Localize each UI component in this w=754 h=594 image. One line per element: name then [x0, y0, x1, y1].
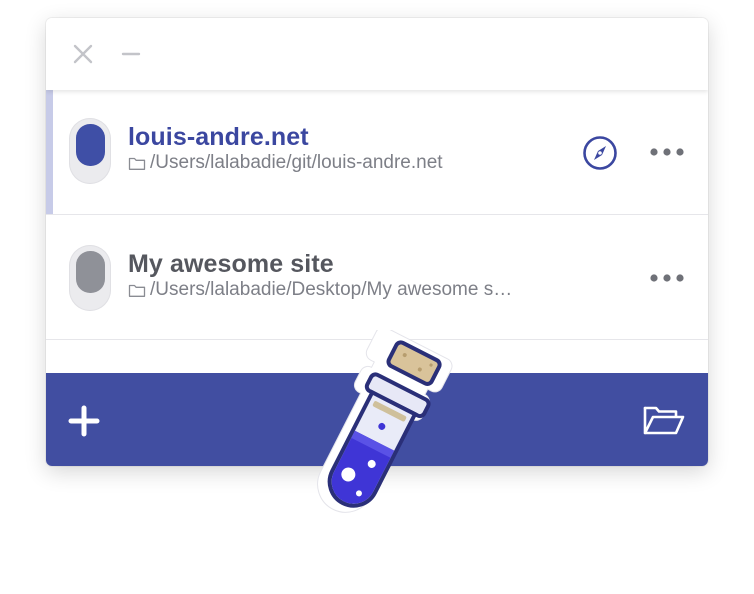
toggle-knob: [76, 251, 105, 293]
titlebar: [46, 18, 708, 90]
plus-icon: [68, 405, 100, 437]
site-path-text: /Users/lalabadie/Desktop/My awesome s…: [150, 279, 513, 300]
more-options-button[interactable]: [646, 266, 688, 290]
site-path: /Users/lalabadie/Desktop/My awesome s…: [128, 279, 512, 301]
site-name: My awesome site: [128, 250, 334, 278]
open-folder-button[interactable]: [642, 403, 686, 437]
site-row[interactable]: My awesome site /Users/lalabadie/Desktop…: [46, 215, 708, 340]
more-icon: [650, 274, 684, 282]
folder-icon: [128, 283, 146, 298]
site-toggle[interactable]: [69, 118, 111, 184]
open-folder-icon: [643, 406, 685, 435]
site-toggle[interactable]: [69, 245, 111, 311]
potion-flask-logo: [317, 330, 453, 513]
compass-icon: [583, 136, 617, 170]
minimize-icon: [121, 52, 141, 56]
minimize-button[interactable]: [117, 40, 145, 68]
site-path: /Users/lalabadie/git/louis-andre.net: [128, 152, 443, 174]
more-options-button[interactable]: [646, 140, 688, 164]
site-row[interactable]: louis-andre.net /Users/lalabadie/git/lou…: [46, 90, 708, 215]
folder-icon: [128, 156, 146, 171]
add-site-button[interactable]: [64, 401, 104, 441]
close-icon: [73, 44, 93, 64]
open-in-browser-button[interactable]: [582, 135, 618, 171]
site-name: louis-andre.net: [128, 123, 309, 151]
toggle-knob: [76, 124, 105, 166]
more-icon: [650, 148, 684, 156]
close-button[interactable]: [69, 40, 97, 68]
active-indicator: [46, 90, 53, 214]
site-path-text: /Users/lalabadie/git/louis-andre.net: [150, 152, 443, 173]
